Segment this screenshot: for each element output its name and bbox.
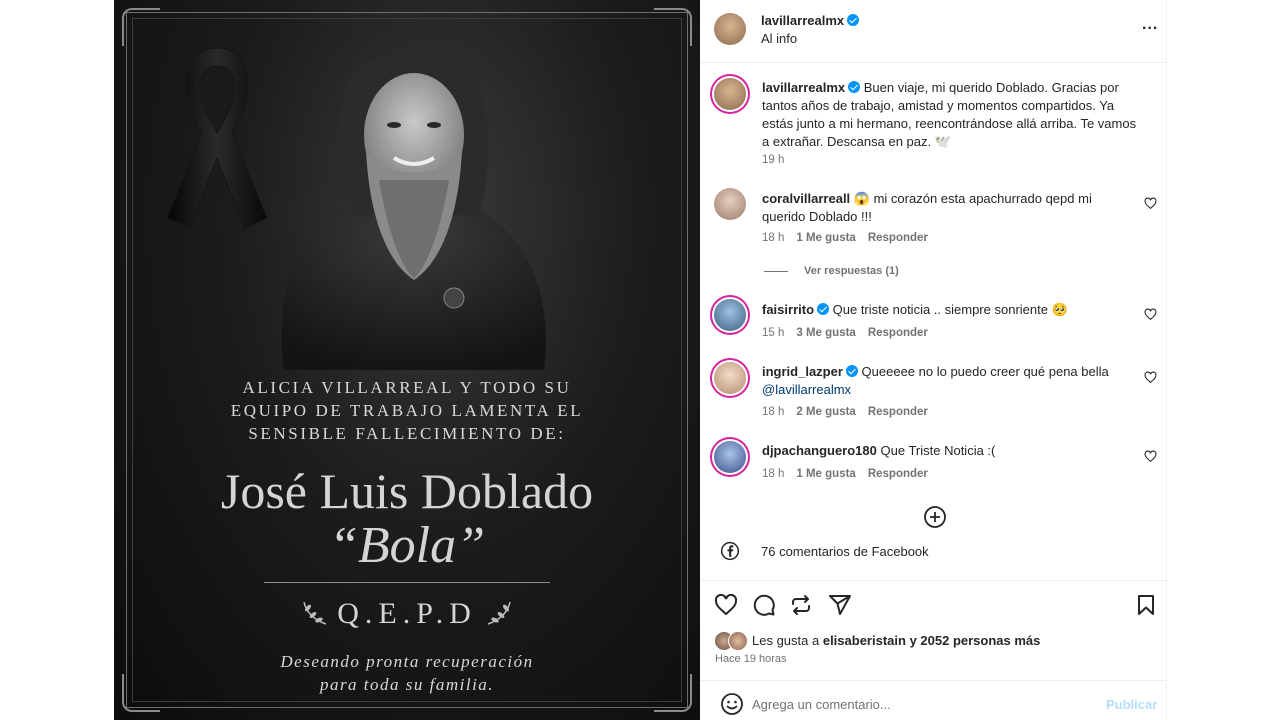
plus-circle-icon[interactable] <box>923 505 947 529</box>
comment-text: Que triste noticia .. siempre sonriente … <box>832 302 1068 317</box>
decorative-divider <box>264 582 550 583</box>
comment-avatar[interactable] <box>714 441 746 473</box>
comment-meta: 15 h 3 Me gusta Responder <box>762 327 928 339</box>
comment-username[interactable]: faisirrito <box>762 302 814 317</box>
author-avatar[interactable] <box>714 13 746 45</box>
comment-like-heart-icon[interactable] <box>1144 371 1157 384</box>
deceased-nickname: “Bola” <box>328 517 486 574</box>
likes-summary: Les gusta a elisaberistain y 2052 person… <box>752 633 1040 648</box>
comment-likes[interactable]: 1 Me gusta <box>796 232 855 244</box>
comment-text: Que Triste Noticia :( <box>880 443 996 458</box>
send-icon[interactable] <box>828 593 852 617</box>
author-subtitle[interactable]: Al info <box>761 31 797 46</box>
author-name-row: lavillarrealmx <box>761 12 860 30</box>
comment-meta: 18 h 1 Me gusta Responder <box>762 468 928 480</box>
caption-username[interactable]: lavillarrealmx <box>762 80 845 95</box>
wish-line: Deseando pronta recuperación <box>280 652 534 671</box>
comment-input[interactable] <box>752 694 1082 714</box>
likes-others-link[interactable]: y 2052 personas más <box>910 633 1041 648</box>
comment-icon[interactable] <box>752 593 776 617</box>
intro-line: ALICIA VILLARREAL Y TODO SU <box>242 378 572 397</box>
verified-icon <box>848 81 861 93</box>
deceased-name: José Luis Doblado <box>220 463 594 519</box>
more-options-icon[interactable]: ... <box>1142 16 1158 34</box>
comment-body: faisirrito Que triste noticia .. siempre… <box>762 301 1132 319</box>
comment-mention-link[interactable]: @lavillarrealmx <box>762 382 851 397</box>
input-divider <box>700 680 1166 681</box>
comment-likes[interactable]: 2 Me gusta <box>796 406 855 418</box>
likes-user-link[interactable]: elisaberistain <box>823 633 906 648</box>
caption-avatar[interactable] <box>714 78 746 110</box>
header-divider <box>700 62 1166 63</box>
comment-reply-button[interactable]: Responder <box>868 232 928 244</box>
wish-text: Deseando pronta recuperación para toda s… <box>114 650 700 696</box>
comment-meta: 18 h 1 Me gusta Responder <box>762 232 928 244</box>
wish-line: para toda su familia. <box>319 675 495 694</box>
comment-username[interactable]: djpachanguero180 <box>762 443 877 458</box>
verified-icon <box>847 14 860 26</box>
comment-like-heart-icon[interactable] <box>1144 197 1157 210</box>
comment-like-heart-icon[interactable] <box>1144 450 1157 463</box>
comment-time[interactable]: 18 h <box>762 406 784 418</box>
comment-time[interactable]: 18 h <box>762 232 784 244</box>
bookmark-icon[interactable] <box>1134 593 1158 617</box>
comment-text: Queeeee no lo puedo creer qué pena bella <box>861 364 1109 379</box>
comment-username[interactable]: coralvillarreall <box>762 191 850 206</box>
comment-reply-button[interactable]: Responder <box>868 468 928 480</box>
intro-line: SENSIBLE FALLECIMIENTO DE: <box>248 424 566 443</box>
portrait-photo <box>281 54 546 370</box>
laurel-right-icon <box>487 601 511 625</box>
intro-line: EQUIPO DE TRABAJO LAMENTA EL <box>230 401 584 420</box>
comment-avatar[interactable] <box>714 188 746 220</box>
view-replies-button[interactable]: Ver respuestas (1) <box>804 265 899 277</box>
comment-username[interactable]: ingrid_lazper <box>762 364 843 379</box>
heart-icon[interactable] <box>714 593 738 617</box>
facebook-icon <box>720 541 740 561</box>
verified-icon <box>817 303 830 315</box>
caption-time[interactable]: 19 h <box>762 154 784 166</box>
comment-avatar[interactable] <box>714 362 746 394</box>
publish-button[interactable]: Publicar <box>1106 697 1157 712</box>
comment-body: djpachanguero180 Que Triste Noticia :( <box>762 442 1132 460</box>
comment-reply-button[interactable]: Responder <box>868 327 928 339</box>
caption-body: lavillarrealmx Buen viaje, mi querido Do… <box>762 79 1142 151</box>
emoji-icon[interactable] <box>720 692 744 716</box>
comment-likes[interactable]: 3 Me gusta <box>796 327 855 339</box>
share-icon[interactable] <box>789 593 813 617</box>
comment-body: ingrid_lazper Queeeee no lo puedo creer … <box>762 363 1132 399</box>
verified-icon <box>845 365 858 377</box>
tribute-intro-text: ALICIA VILLARREAL Y TODO SU EQUIPO DE TR… <box>114 376 700 445</box>
replies-line <box>764 271 788 272</box>
post-side-panel: lavillarrealmx Al info ... lavillarrealm… <box>700 0 1167 720</box>
post-image[interactable]: ALICIA VILLARREAL Y TODO SU EQUIPO DE TR… <box>114 0 700 720</box>
comment-time[interactable]: 18 h <box>762 468 784 480</box>
comment-body: coralvillarreall 😱 mi corazón esta apach… <box>762 190 1132 226</box>
frame-corner-ornament <box>654 8 692 46</box>
qepd-text: Q.E.P.D <box>337 597 477 630</box>
more-options-glyph: ... <box>1142 16 1159 33</box>
post-timestamp[interactable]: Hace 19 horas <box>715 653 787 665</box>
comment-meta: 18 h 2 Me gusta Responder <box>762 406 928 418</box>
comment-avatar[interactable] <box>714 299 746 331</box>
comment-reply-button[interactable]: Responder <box>868 406 928 418</box>
facebook-comments-link[interactable]: 76 comentarios de Facebook <box>761 544 929 559</box>
frame-corner-ornament <box>122 8 160 46</box>
likes-prefix: Les gusta a <box>752 633 820 648</box>
actions-divider <box>700 580 1166 581</box>
comment-likes[interactable]: 1 Me gusta <box>796 468 855 480</box>
author-username[interactable]: lavillarrealmx <box>761 13 844 28</box>
comment-like-heart-icon[interactable] <box>1144 308 1157 321</box>
comment-time[interactable]: 15 h <box>762 327 784 339</box>
liker-avatar <box>728 631 748 651</box>
